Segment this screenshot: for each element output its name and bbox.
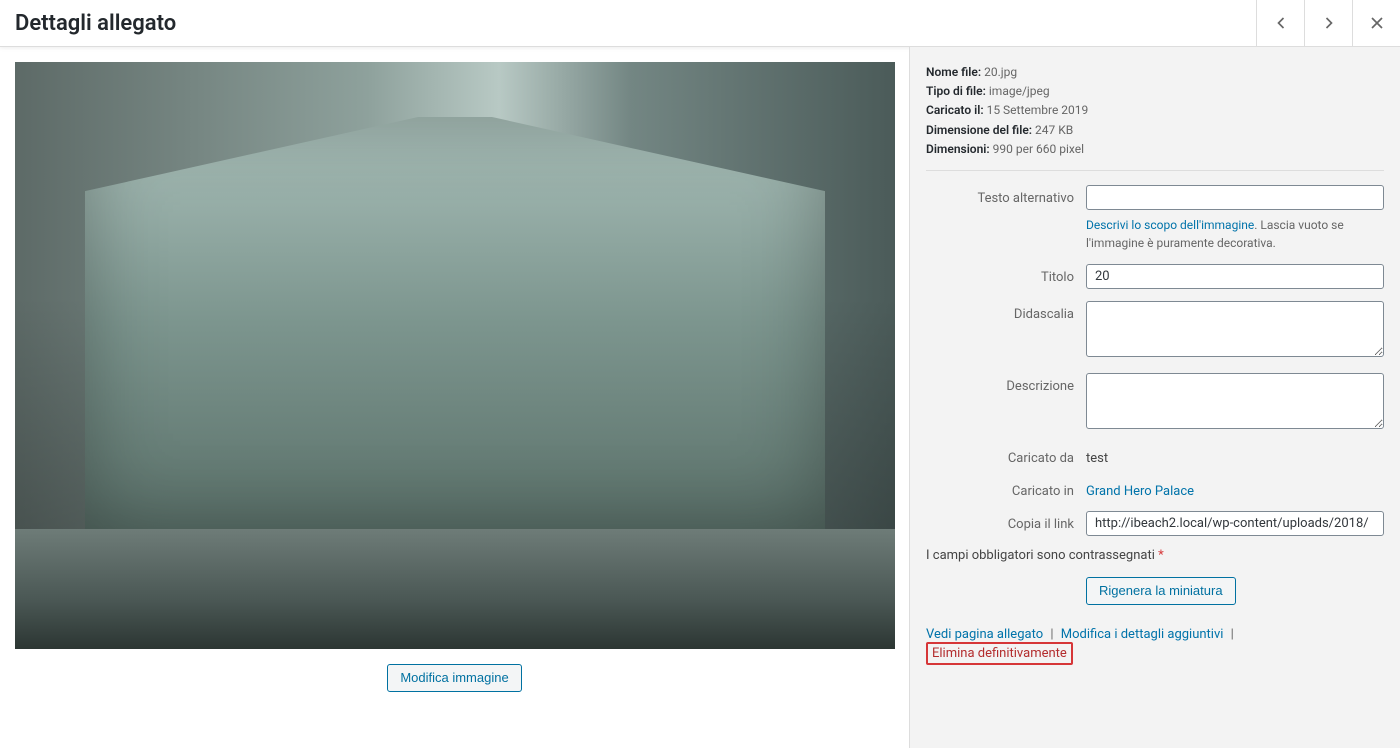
required-fields-note: I campi obbligatori sono contrassegnati … <box>926 548 1384 563</box>
actions-sep-2: | <box>1227 627 1238 642</box>
edit-more-details-link[interactable]: Modifica i dettagli aggiuntivi <box>1061 627 1224 642</box>
view-attachment-page-link[interactable]: Vedi pagina allegato <box>926 627 1043 642</box>
uploaded-by-value: test <box>1086 445 1384 466</box>
meta-filesize-value: 247 KB <box>1035 123 1073 137</box>
description-label: Descrizione <box>926 373 1086 394</box>
edit-image-wrap: Modifica immagine <box>15 664 894 692</box>
chevron-right-icon <box>1319 13 1339 33</box>
meta-filetype-value: image/jpeg <box>989 84 1050 98</box>
row-caption: Didascalia <box>926 301 1384 361</box>
alt-text-input[interactable] <box>1086 185 1384 210</box>
regenerate-thumbnail-button[interactable]: Rigenera la miniatura <box>1086 577 1236 605</box>
meta-filetype-label: Tipo di file: <box>926 84 986 98</box>
caption-label: Didascalia <box>926 301 1086 322</box>
row-alt-text: Testo alternativo Descrivi lo scopo dell… <box>926 185 1384 252</box>
row-description: Descrizione <box>926 373 1384 433</box>
close-button[interactable] <box>1352 0 1400 46</box>
description-input[interactable] <box>1086 373 1384 429</box>
required-asterisk: * <box>1158 548 1164 563</box>
alt-text-label: Testo alternativo <box>926 185 1086 206</box>
header-controls <box>1256 0 1400 46</box>
meta-uploaded-on-value: 15 Settembre 2019 <box>987 103 1089 117</box>
title-input[interactable] <box>1086 264 1384 289</box>
row-title: Titolo <box>926 264 1384 289</box>
row-copy-link: Copia il link <box>926 511 1384 536</box>
row-uploaded-to: Caricato in Grand Hero Palace <box>926 478 1384 499</box>
close-icon <box>1367 13 1387 33</box>
delete-highlight-box: Elimina definitivamente <box>926 642 1073 665</box>
media-pane: Modifica immagine <box>0 47 910 748</box>
modal-body: Modifica immagine Nome file: 20.jpg Tipo… <box>0 47 1400 748</box>
modal-header: Dettagli allegato <box>0 0 1400 47</box>
alt-text-help-link[interactable]: Descrivi lo scopo dell'immagine <box>1086 218 1254 232</box>
prev-button[interactable] <box>1256 0 1304 46</box>
attachment-meta: Nome file: 20.jpg Tipo di file: image/jp… <box>926 63 1384 171</box>
caption-input[interactable] <box>1086 301 1384 357</box>
regenerate-wrap: Rigenera la miniatura <box>926 577 1384 605</box>
attachment-actions: Vedi pagina allegato | Modifica i dettag… <box>926 627 1384 665</box>
details-sidebar: Nome file: 20.jpg Tipo di file: image/jp… <box>910 47 1400 748</box>
copy-link-input[interactable] <box>1086 511 1384 536</box>
title-label: Titolo <box>926 264 1086 285</box>
next-button[interactable] <box>1304 0 1352 46</box>
meta-dimensions-label: Dimensioni: <box>926 142 990 156</box>
meta-dimensions-value: 990 per 660 pixel <box>993 142 1084 156</box>
modal-title: Dettagli allegato <box>15 11 176 36</box>
meta-filename-value: 20.jpg <box>984 65 1017 79</box>
uploaded-by-label: Caricato da <box>926 445 1086 466</box>
alt-text-help: Descrivi lo scopo dell'immagine. Lascia … <box>1086 216 1384 252</box>
meta-filesize-label: Dimensione del file: <box>926 123 1032 137</box>
meta-filename-label: Nome file: <box>926 65 981 79</box>
meta-uploaded-on-label: Caricato il: <box>926 103 984 117</box>
edit-image-button[interactable]: Modifica immagine <box>387 664 521 692</box>
copy-link-label: Copia il link <box>926 511 1086 532</box>
row-uploaded-by: Caricato da test <box>926 445 1384 466</box>
attachment-image <box>15 62 895 649</box>
chevron-left-icon <box>1271 13 1291 33</box>
uploaded-to-label: Caricato in <box>926 478 1086 499</box>
actions-sep-1: | <box>1046 627 1057 642</box>
delete-permanently-link[interactable]: Elimina definitivamente <box>932 646 1067 661</box>
uploaded-to-link[interactable]: Grand Hero Palace <box>1086 484 1194 499</box>
